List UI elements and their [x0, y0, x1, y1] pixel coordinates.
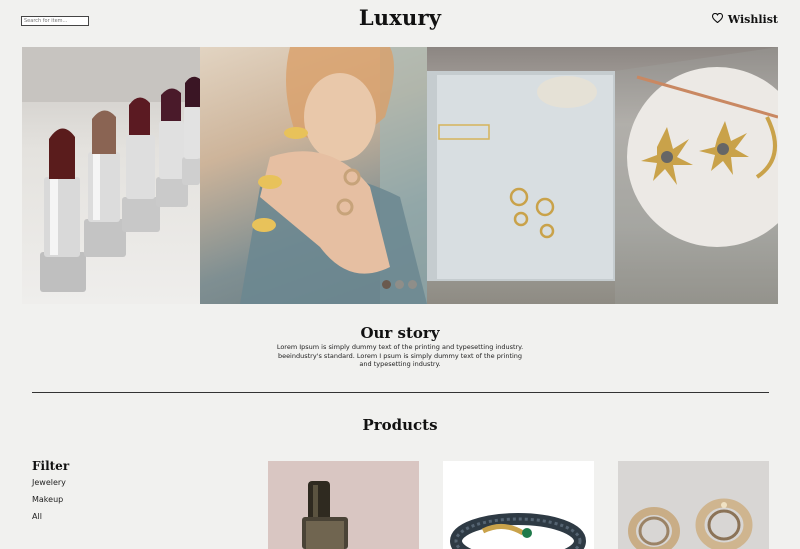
hero-image-rings: [200, 47, 427, 304]
carousel-dots: [382, 280, 417, 289]
story-text: Lorem Ipsum is simply dummy text of the …: [276, 343, 524, 369]
hero-image-lipsticks: [22, 47, 200, 304]
carousel-dot-3[interactable]: [408, 280, 417, 289]
product-image-nail-polish: [268, 461, 419, 549]
filter-item-jewelery[interactable]: Jewelery: [32, 478, 66, 487]
products-title: Products: [362, 416, 438, 434]
filter-item-all[interactable]: All: [32, 512, 42, 521]
heart-icon: [711, 12, 723, 26]
product-card-hoop-earrings[interactable]: [618, 461, 769, 549]
brand-logo[interactable]: Luxury: [0, 5, 800, 30]
wishlist-label: Wishlist: [727, 13, 778, 26]
section-divider: [32, 392, 769, 393]
product-card-nail-polish[interactable]: [268, 461, 419, 549]
wishlist-link[interactable]: Wishlist: [711, 12, 778, 26]
carousel-dot-2[interactable]: [395, 280, 404, 289]
product-card-bracelet[interactable]: [443, 461, 594, 549]
story-title: Our story: [360, 324, 440, 342]
filter-item-makeup[interactable]: Makeup: [32, 495, 63, 504]
hero-image-earrings: [427, 47, 778, 304]
hero-carousel: [22, 47, 778, 304]
product-image-bracelet: [443, 461, 594, 549]
filter-title: Filter: [32, 459, 70, 473]
carousel-dot-1[interactable]: [382, 280, 391, 289]
product-image-hoop-earrings: [618, 461, 769, 549]
